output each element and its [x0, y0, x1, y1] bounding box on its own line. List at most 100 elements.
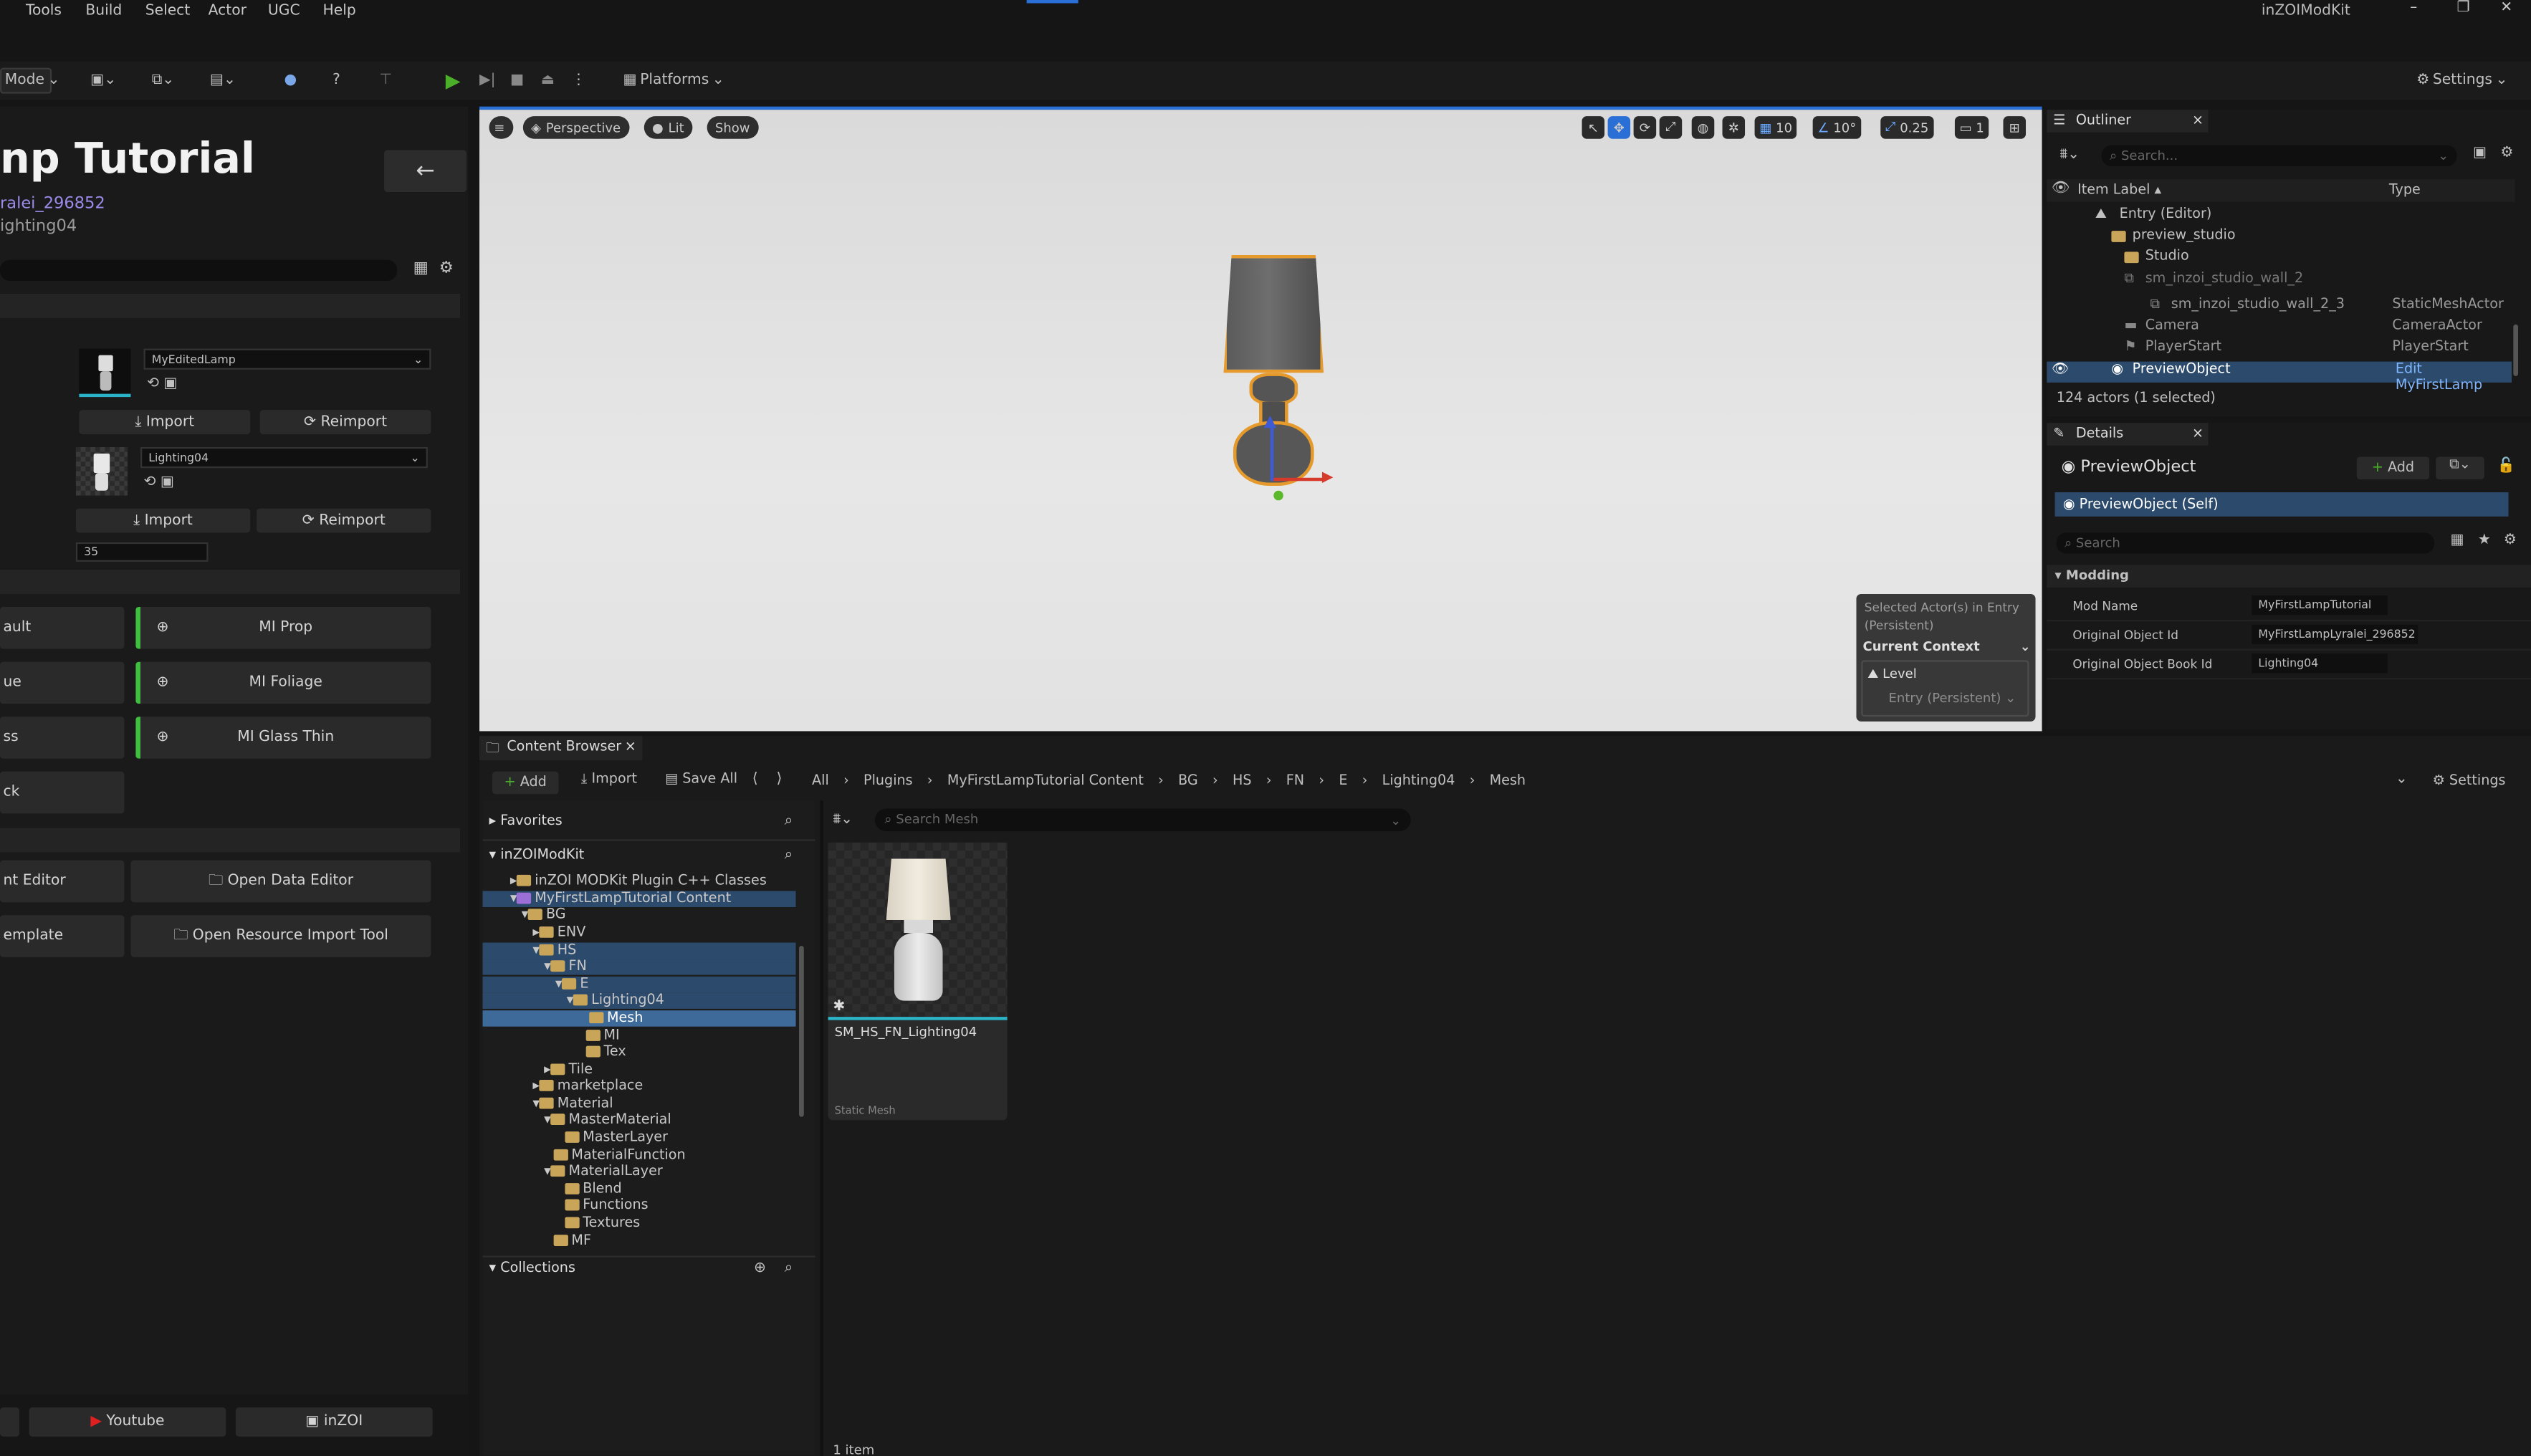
restore-icon[interactable]: ❐ [2456, 0, 2469, 16]
mi-glass-thin-button[interactable]: ⊕ MI Glass Thin [135, 717, 431, 759]
tree-scrollbar[interactable] [799, 946, 804, 1117]
outliner-search-input[interactable]: ⌕ Search... ⌄ [2101, 145, 2457, 167]
mode-dropdown[interactable]: Mode ⌄ [0, 67, 60, 94]
play-icon[interactable]: ▶ [446, 68, 461, 94]
original-book-id-field[interactable]: Lighting04 [2252, 653, 2388, 674]
world-icon[interactable]: ◍ [1691, 116, 1715, 139]
tree-item[interactable]: Textures [565, 1215, 640, 1232]
import-button-2[interactable]: ⤓ Import [75, 508, 251, 533]
rotate-icon[interactable]: ⟳ [1633, 116, 1657, 139]
visibility-icon[interactable]: 👁 [2052, 362, 2069, 378]
table-view-icon[interactable]: ▦ [413, 260, 429, 278]
level-viewport[interactable]: ≡ ◈ Perspective ● Lit Show ↖ ✥ ⟳ ⤢ ◍ ✲ ▦ 1… [479, 110, 2042, 732]
favorites-header[interactable]: ▸ Favorites [489, 813, 563, 830]
search-icon[interactable]: ⌕ [785, 813, 793, 830]
more-options-icon[interactable]: ⋮ [571, 68, 585, 94]
cinematics-icon[interactable]: ▤⌄ [210, 68, 236, 94]
template-button[interactable]: emplate [0, 915, 125, 957]
save-all-button[interactable]: ▤ Save All [665, 772, 737, 788]
asset-tile[interactable]: ✱ SM_HS_FN_Lighting04 Static Mesh [828, 842, 1008, 1121]
step-icon[interactable]: ▶| [479, 68, 495, 94]
visibility-icon[interactable]: 👁 [2052, 181, 2070, 197]
texture-thumbnail[interactable] [75, 446, 128, 496]
menu-select[interactable]: Select [145, 4, 191, 20]
outliner-row[interactable]: ⧉ sm_inzoi_studio_wall_2 [2047, 271, 2531, 292]
material-ue-button[interactable]: ue [0, 661, 125, 704]
move-icon[interactable]: ✥ [1607, 116, 1631, 139]
gear-icon[interactable]: ⚙ [2504, 532, 2517, 549]
globe-icon[interactable]: ● [284, 68, 297, 94]
gear-icon[interactable]: ⚙ [439, 260, 454, 278]
tree-item[interactable]: ▾ BG [522, 907, 566, 924]
tree-item-selected[interactable]: Mesh [482, 1010, 796, 1027]
original-object-id-field[interactable]: MyFirstLampLyralei_296852 [2252, 624, 2418, 644]
open-data-editor-button[interactable]: 🗀 Open Data Editor [130, 860, 431, 903]
tree-item[interactable]: ▾ E [482, 976, 796, 993]
add-component-button[interactable]: + Add [2356, 456, 2430, 480]
reimport-button-1[interactable]: ⟳ Reimport [259, 410, 431, 434]
mesh-select-1[interactable]: MyEditedLamp ⌄ [143, 348, 431, 370]
show-button[interactable]: Show [707, 116, 758, 139]
browse-icon[interactable]: ⟲ ▣ [147, 376, 178, 393]
tree-item[interactable]: MaterialFunction [553, 1148, 686, 1164]
close-icon[interactable]: × [2192, 426, 2204, 443]
details-tab[interactable]: ✎ Details × [2047, 423, 2209, 446]
outliner-row[interactable]: preview_studio [2047, 228, 2531, 249]
reimport-button-2[interactable]: ⟳ Reimport [257, 508, 431, 533]
outliner-row[interactable]: ⧉ sm_inzoi_studio_wall_2_3 StaticMeshActor [2047, 297, 2531, 317]
filter-icon[interactable]: ⊤ [379, 68, 392, 94]
search-icon[interactable]: ⌕ [785, 1260, 793, 1277]
chevron-down-icon[interactable]: ⌄ [2396, 772, 2408, 788]
tree-item[interactable]: MasterLayer [565, 1130, 668, 1146]
tree-item[interactable]: Functions [565, 1197, 649, 1214]
tree-item[interactable]: ▸ inZOI MODKit Plugin C++ Classes [510, 873, 767, 890]
material-back-button[interactable]: ck [0, 771, 125, 814]
open-resource-import-tool-button[interactable]: 🗀 Open Resource Import Tool [130, 915, 431, 957]
hamburger-icon[interactable]: ≡ [489, 116, 514, 139]
blueprint-icon[interactable]: ⧉⌄ [152, 68, 174, 94]
search-icon[interactable]: ⌕ [785, 848, 793, 864]
filter-icon[interactable]: ⩩⌄ [2059, 147, 2080, 163]
scale-icon[interactable]: ⤢ [1659, 116, 1683, 139]
scale-snap-button[interactable]: ⤢ 0.25 [1880, 116, 1934, 139]
breadcrumb-item[interactable]: Lighting04 [1382, 773, 1455, 790]
help-circle-icon[interactable]: ? [332, 68, 340, 94]
layout-icon[interactable]: ⊞ [2003, 116, 2027, 139]
breadcrumb-item[interactable]: E [1339, 773, 1347, 790]
tree-item[interactable]: ▾ Lighting04 [482, 992, 796, 1009]
back-arrow-icon[interactable]: ← [384, 150, 467, 193]
tree-item[interactable]: Blend [565, 1182, 622, 1197]
menu-ugc[interactable]: UGC [268, 4, 300, 20]
import-button-1[interactable]: ⤓ Import [79, 410, 251, 434]
camera-speed-button[interactable]: ▭ 1 [1954, 116, 1989, 139]
tree-item[interactable]: ▸ ENV [532, 925, 585, 942]
material-glass-button[interactable]: ss [0, 717, 125, 759]
close-icon[interactable]: × [2192, 113, 2204, 130]
col-item-label[interactable]: Item Label ▴ [2077, 183, 2161, 199]
panel-search-input[interactable] [0, 259, 398, 281]
add-content-icon[interactable]: ▣⌄ [90, 68, 116, 94]
breadcrumb-item[interactable]: MyFirstLampTutorial Content [947, 773, 1144, 790]
settings-button[interactable]: ⚙ Settings ⌄ [2416, 68, 2507, 94]
outliner-row[interactable]: Studio [2047, 249, 2531, 269]
mi-foliage-button[interactable]: ⊕ MI Foliage [135, 661, 431, 704]
lit-button[interactable]: ● Lit [643, 116, 692, 139]
perspective-button[interactable]: ◈ Perspective [522, 116, 629, 139]
scrollbar[interactable] [2513, 324, 2519, 376]
breadcrumb-item[interactable]: BG [1178, 773, 1198, 790]
outliner-tab[interactable]: ☰ Outliner × [2047, 110, 2209, 133]
mesh-select-2[interactable]: Lighting04 ⌄ [140, 446, 428, 469]
gizmo-z-axis[interactable] [1270, 423, 1274, 482]
breadcrumb-item[interactable]: FN [1286, 773, 1304, 790]
col-type[interactable]: Type [2389, 183, 2421, 199]
footer-button[interactable] [0, 1407, 20, 1437]
tree-item[interactable]: ▾ Material [532, 1096, 613, 1113]
inzoi-button[interactable]: ▣ inZOI [235, 1407, 433, 1437]
material-default-button[interactable]: ault [0, 606, 125, 649]
mesh-thumbnail[interactable] [79, 348, 131, 398]
close-icon[interactable]: × [625, 739, 636, 756]
tree-item[interactable]: MF [553, 1233, 591, 1250]
tree-item[interactable]: Tex [585, 1044, 626, 1060]
tree-item[interactable]: ▾ MyFirstLampTutorial Content [482, 891, 796, 907]
mi-prop-button[interactable]: ⊕ MI Prop [135, 606, 431, 649]
